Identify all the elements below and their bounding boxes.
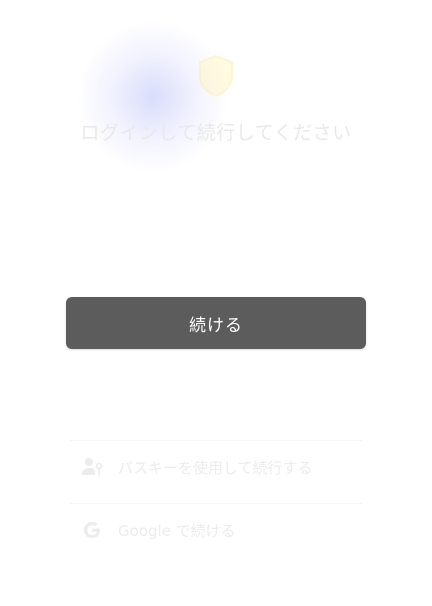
google-g-icon bbox=[80, 518, 104, 542]
google-option[interactable]: Google で続ける bbox=[70, 503, 362, 557]
page-title: ログインして続行してください bbox=[80, 122, 352, 144]
passkey-option-label: パスキーを使用して続行する bbox=[118, 458, 313, 477]
shield-logo-icon bbox=[199, 54, 233, 98]
person-key-icon bbox=[80, 455, 104, 479]
passkey-option[interactable]: パスキーを使用して続行する bbox=[70, 440, 362, 494]
login-screen: ログインして続行してください パスキーを使用して続行する Google で続ける… bbox=[0, 0, 432, 606]
continue-button[interactable]: 続ける bbox=[66, 297, 366, 349]
google-option-label: Google で続ける bbox=[118, 521, 236, 540]
